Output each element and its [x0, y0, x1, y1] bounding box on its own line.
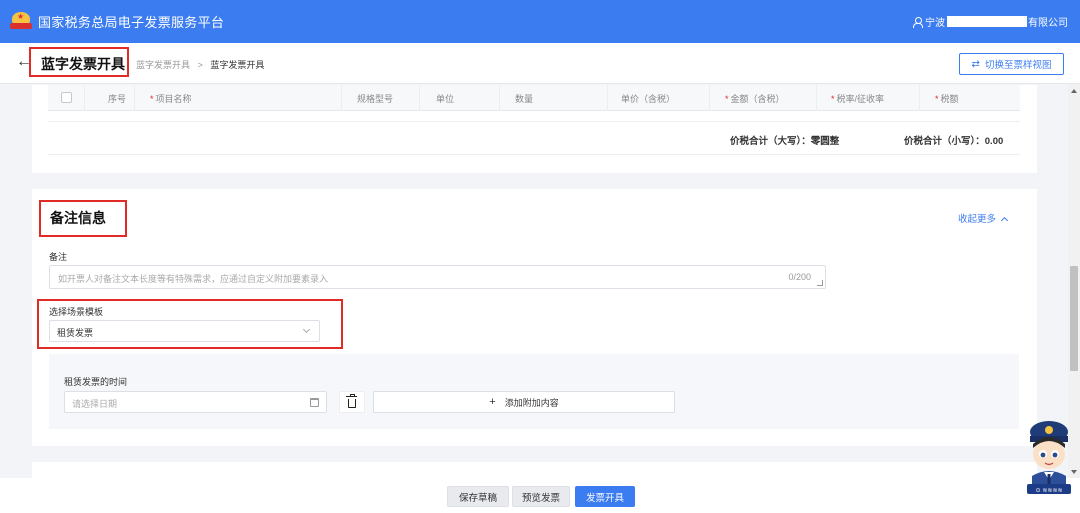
items-table-header: 序号 * 项目名称 规格型号 单位 数量 单价（含税） * 金额（含税） * 税率/征… [48, 85, 1020, 111]
top-header: ★ 国家税务总局电子发票服务平台 宁波 有限公司 [0, 0, 1080, 43]
column-header-tax-amount: * 税额 [935, 94, 959, 104]
scene-template-label: 选择场景模板 [49, 307, 104, 317]
highlight-box-title [29, 47, 129, 77]
required-mark: * [725, 94, 729, 104]
remark-char-counter: 0/200 [788, 272, 811, 282]
remark-textarea[interactable]: 如开票人对备注文本长度等有特殊需求，应通过自定义附加要素录入 0/200 [49, 265, 826, 289]
add-extra-content-label: 添加附加内容 [504, 397, 559, 408]
total-lower-case: 价税合计（小写）：0.00 [904, 136, 1004, 147]
column-header-unit-price: 单价（含税） [621, 94, 676, 104]
app-title: 国家税务总局电子发票服务平台 [38, 15, 225, 30]
scene-template-select[interactable]: 租赁发票 [49, 320, 320, 342]
resize-handle-icon[interactable] [817, 280, 823, 286]
table-row [48, 112, 1020, 122]
column-divider [419, 85, 420, 111]
trash-icon [346, 393, 357, 408]
column-header-index: 序号 [108, 94, 127, 104]
breadcrumb-item-current: 蓝字发票开具 [210, 60, 265, 70]
required-mark: * [831, 94, 835, 104]
lease-template-panel: 租赁发票的时间 请选择日期 + 添加附加内容 [49, 354, 1019, 429]
user-account[interactable]: 宁波 有限公司 [913, 14, 1068, 29]
save-draft-button[interactable]: 保存草稿 [447, 486, 509, 507]
column-divider [816, 85, 817, 111]
user-name-prefix: 宁波 [925, 18, 945, 29]
user-name-suffix: 有限公司 [1028, 18, 1068, 29]
tax-emblem-logo: ★ [10, 11, 32, 33]
page-heading-bar: ← 蓝字发票开具 蓝字发票开具 > 蓝字发票开具 ⇄ 切换至票样视图 [0, 43, 1080, 84]
column-header-quantity: 数量 [515, 94, 534, 104]
svg-text:⊙ ≋≋≋≋: ⊙ ≋≋≋≋ [1035, 487, 1062, 494]
scroll-up-icon[interactable] [1071, 89, 1077, 93]
preview-invoice-button[interactable]: 预览发票 [512, 486, 570, 507]
column-header-unit: 单位 [436, 94, 455, 104]
select-all-checkbox[interactable] [61, 92, 72, 103]
remarks-card: 备注信息 收起更多 备注 如开票人对备注文本长度等有特殊需求，应通过自定义附加要… [32, 189, 1037, 446]
delete-button[interactable] [339, 391, 365, 413]
column-header-spec: 规格型号 [357, 94, 394, 104]
column-divider [499, 85, 500, 111]
user-icon [913, 16, 923, 28]
invoice-items-card: 序号 * 项目名称 规格型号 单位 数量 单价（含税） * 金额（含税） * 税率/征… [32, 85, 1037, 173]
column-divider [919, 85, 920, 111]
divider [48, 154, 1020, 155]
scene-template-value: 租赁发票 [57, 328, 94, 338]
column-header-tax-rate: * 税率/征收率 [831, 94, 885, 104]
column-divider [84, 85, 85, 111]
tax-officer-mascot-icon[interactable]: ⊙ ≋≋≋≋ [1024, 418, 1074, 494]
swap-arrows-icon: ⇄ [971, 58, 980, 70]
remark-placeholder: 如开票人对备注文本长度等有特殊需求，应通过自定义附加要素录入 [58, 274, 329, 284]
required-mark: * [150, 94, 154, 104]
chevron-down-icon [302, 325, 311, 334]
lease-date-picker[interactable]: 请选择日期 [64, 391, 327, 413]
column-divider [134, 85, 135, 111]
column-header-item-name: * 项目名称 [150, 94, 192, 104]
remark-label: 备注 [49, 252, 68, 262]
lease-time-label: 租赁发票的时间 [64, 377, 128, 387]
switch-button-label: 切换至票样视图 [984, 60, 1052, 71]
collapse-more-link[interactable]: 收起更多 [958, 211, 1009, 225]
total-upper-case: 价税合计（大写）：零圆整 [730, 136, 840, 147]
scrollbar-thumb[interactable] [1070, 266, 1078, 371]
issue-invoice-button[interactable]: 发票开具 [575, 486, 635, 507]
breadcrumb-item-parent[interactable]: 蓝字发票开具 [136, 60, 190, 70]
chevron-up-icon [1000, 216, 1009, 225]
column-header-amount: * 金额（含税） [725, 94, 785, 104]
column-divider [709, 85, 710, 111]
calendar-icon [310, 398, 319, 407]
column-divider [607, 85, 608, 111]
plus-icon: + [489, 396, 496, 408]
date-placeholder: 请选择日期 [72, 399, 118, 409]
highlight-box-section-title [39, 200, 127, 237]
switch-to-sample-view-button[interactable]: ⇄ 切换至票样视图 [959, 53, 1064, 75]
breadcrumb: 蓝字发票开具 > 蓝字发票开具 [136, 58, 264, 71]
bottom-action-bar: 保存草稿 预览发票 发票开具 [0, 478, 1080, 513]
required-mark: * [935, 94, 939, 104]
breadcrumb-separator: > [197, 60, 203, 70]
redacted-name-block [947, 16, 1027, 27]
add-extra-content-button[interactable]: + 添加附加内容 [373, 391, 675, 413]
column-divider [341, 85, 342, 111]
